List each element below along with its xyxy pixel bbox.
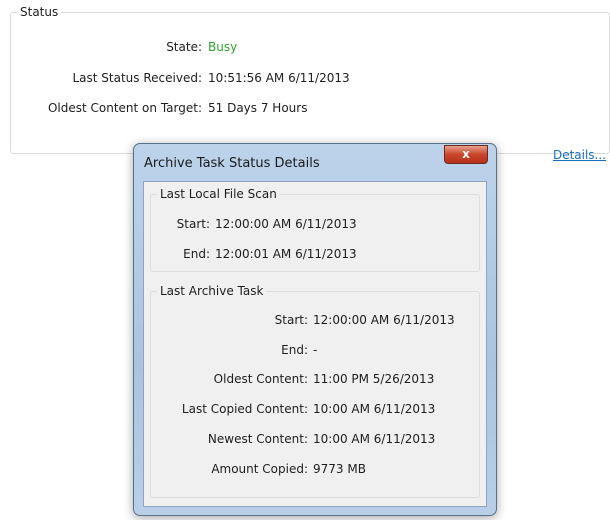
state-label: State:	[166, 40, 202, 54]
scan-end-label: End:	[183, 247, 210, 261]
newest-content-value: 10:00 AM 6/11/2013	[313, 432, 436, 446]
oldest-content-row-label: Oldest Content:	[213, 372, 308, 386]
archive-start-value: 12:00:00 AM 6/11/2013	[313, 313, 455, 327]
last-status-value: 10:51:56 AM 6/11/2013	[208, 71, 350, 85]
state-value: Busy	[208, 40, 238, 54]
archive-task-legend: Last Archive Task	[157, 284, 267, 298]
archive-end-label: End:	[281, 343, 308, 357]
last-copied-content-value: 10:00 AM 6/11/2013	[313, 402, 436, 416]
scan-start-value: 12:00:00 AM 6/11/2013	[215, 217, 357, 231]
last-copied-content-label: Last Copied Content:	[181, 402, 308, 416]
oldest-content-value: 51 Days 7 Hours	[208, 101, 308, 115]
archive-end-value: -	[313, 343, 318, 357]
archive-task-status-dialog: Archive Task Status Details x Last Local…	[133, 143, 497, 516]
close-button[interactable]: x	[444, 145, 488, 164]
app-window: Status State: Busy Last Status Received:…	[0, 0, 610, 520]
dialog-title: Archive Task Status Details	[144, 156, 320, 171]
archive-start-label: Start:	[274, 313, 308, 327]
amount-copied-value: 9773 MB	[313, 462, 366, 476]
last-status-label: Last Status Received:	[72, 71, 202, 85]
details-link[interactable]: Details...	[553, 148, 606, 162]
local-file-scan-legend: Last Local File Scan	[157, 187, 280, 201]
scan-start-label: Start:	[176, 217, 210, 231]
dialog-client-area: Last Local File Scan Start: 12:00:00 AM …	[143, 181, 487, 507]
amount-copied-label: Amount Copied:	[211, 462, 308, 476]
newest-content-label: Newest Content:	[207, 432, 308, 446]
scan-end-value: 12:00:01 AM 6/11/2013	[215, 247, 357, 261]
status-group-legend: Status	[17, 5, 62, 19]
close-icon: x	[462, 147, 470, 161]
oldest-content-label: Oldest Content on Target:	[47, 101, 202, 115]
oldest-content-row-value: 11:00 PM 5/26/2013	[313, 372, 435, 386]
